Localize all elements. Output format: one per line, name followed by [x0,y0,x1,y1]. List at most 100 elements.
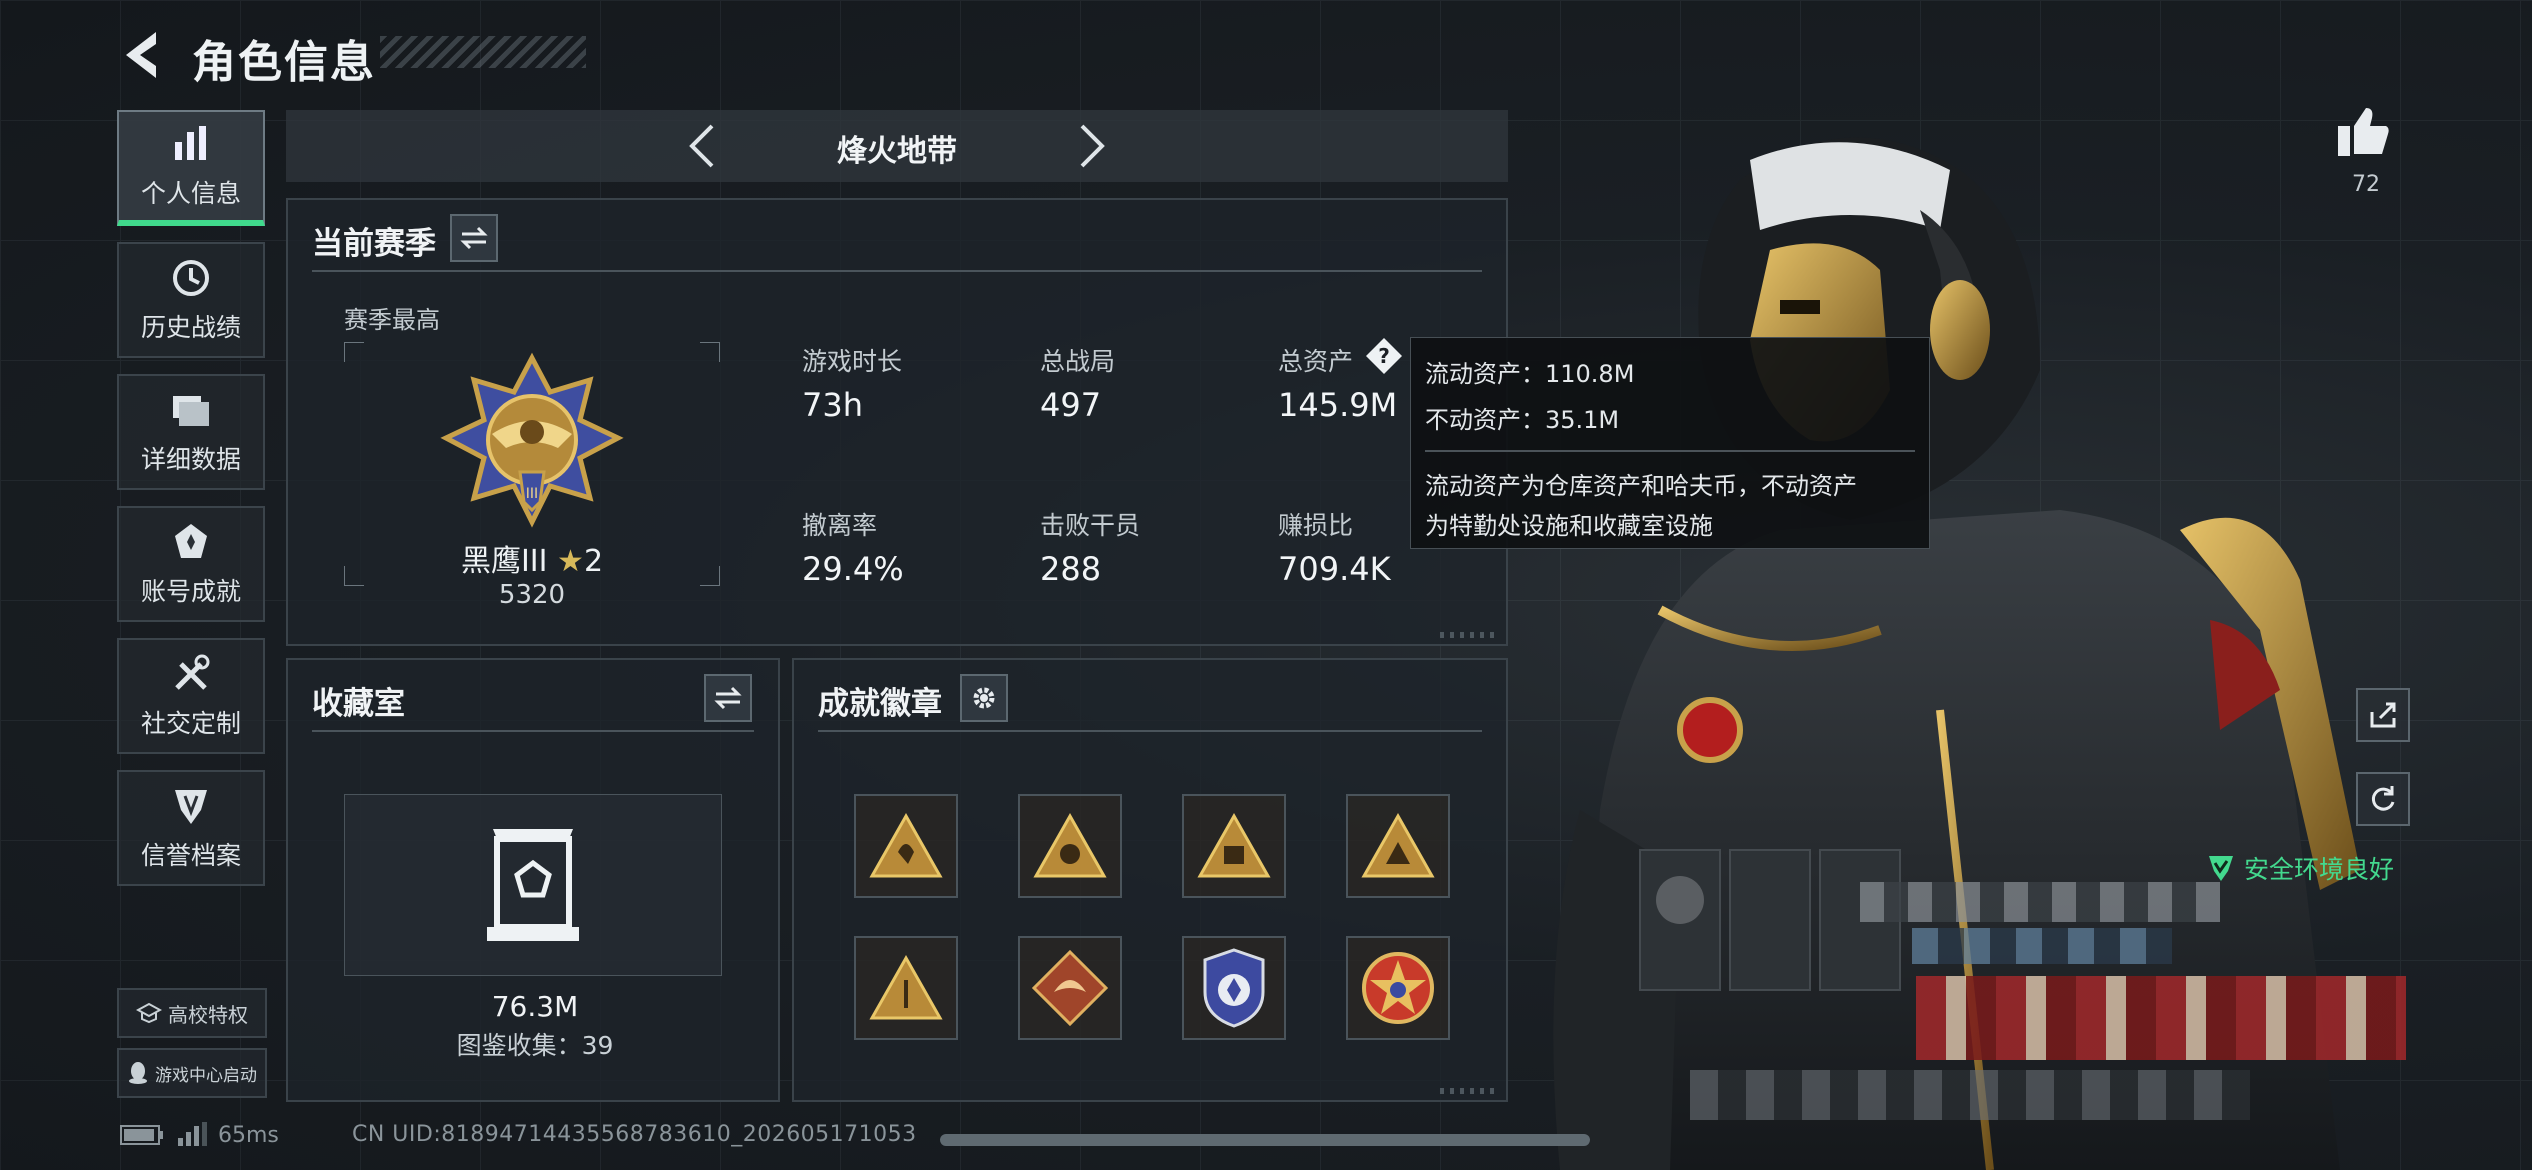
divider [312,730,754,732]
corner-decoration [1440,632,1500,638]
nav-label: 账号成就 [140,577,241,606]
badge-5[interactable] [854,936,958,1040]
stat-value: 497 [1040,386,1102,424]
folder-icon [169,388,213,432]
season-title: 当前赛季 [312,226,436,262]
nav-item-detailed-data[interactable]: 详细数据 [117,374,265,490]
badge-4[interactable] [1346,794,1450,898]
achievement-badges-panel: 成就徽章 [792,658,1508,1102]
back-arrow-icon[interactable] [118,28,166,82]
nav-label: 详细数据 [140,445,241,474]
page-title: 角色信息 [192,37,376,88]
stat-label: 游戏时长 [802,347,903,376]
badge-2[interactable] [1018,794,1122,898]
current-season-panel: 当前赛季 赛季最高 III 黑鹰III ★2 5320 游戏时长 73h 总战局… [286,198,1508,646]
badge-3[interactable] [1182,794,1286,898]
badge-6[interactable] [1018,936,1122,1040]
rank-stars: 2 [583,544,604,579]
stat-value: 709.4K [1278,550,1391,588]
triangle-badge-icon [1033,812,1107,878]
bar-chart-icon [169,122,213,166]
shield-check-icon [2209,856,2233,881]
nav-item-reputation[interactable]: 信誉档案 [117,770,265,886]
tooltip-fixed-assets: 不动资产：35.1M [1425,406,1620,434]
safe-environment-label: 安全环境良好 [2244,855,2395,884]
school-privilege-label: 高校特权 [168,1002,248,1027]
dragon-badge-icon [1031,949,1109,1027]
collection-value: 76.3M [491,990,579,1023]
stat-label: 击败干员 [1040,511,1141,540]
stat-value: 29.4% [802,550,904,588]
title-decoration [380,36,586,68]
rank-score: 5320 [498,580,566,610]
badges-settings-button[interactable] [960,674,1008,722]
nav-label: 个人信息 [140,179,241,208]
game-center-button[interactable]: 游戏中心启动 [117,1048,267,1098]
triangle-badge-icon [1197,812,1271,878]
ping-value: 65ms [218,1122,279,1148]
divider [818,730,1482,732]
triangle-badge-icon [869,812,943,878]
like-count: 72 [2352,172,2380,197]
player-uid: CN UID:8189471443556878361​0_20260517105… [352,1122,917,1147]
school-icon [136,1002,162,1024]
nav-label: 历史战绩 [140,313,241,342]
collection-title: 收藏室 [312,686,405,722]
tools-icon [169,652,213,696]
tooltip-liquid-assets: 流动资产：110.8M [1425,360,1635,388]
display-case-icon [487,829,579,941]
star-badge-icon [1362,952,1434,1024]
refresh-icon [2371,786,2395,811]
stat-value: 73h [802,386,863,424]
badges-title: 成就徽章 [818,686,942,722]
svg-text:III: III [526,486,538,502]
nav-item-history[interactable]: 历史战绩 [117,242,265,358]
nav-item-achievements[interactable]: 账号成就 [117,506,265,622]
side-nav: 个人信息 历史战绩 详细数据 账号成就 社交定制 信誉档案 [117,110,267,902]
swap-icon [714,686,742,710]
shield-icon [169,784,213,828]
stat-label: 总战局 [1040,347,1116,376]
divider [312,270,1482,272]
blurred-info [1690,1070,2250,1120]
nav-label: 信誉档案 [140,841,241,870]
clock-icon [169,256,213,300]
question-icon[interactable]: ? [1364,336,1404,376]
blurred-player-name [1860,882,2220,922]
collection-count: 图鉴收集：39 [456,1031,614,1060]
horizontal-scrollbar[interactable] [940,1134,1590,1146]
refresh-button[interactable] [2356,772,2410,826]
achievement-icon [169,520,213,564]
stat-label: 总资产 [1278,347,1354,376]
collection-display[interactable] [344,794,722,976]
nav-item-personal-info[interactable]: 个人信息 [117,110,265,226]
game-center-label: 游戏中心启动 [155,1065,257,1086]
badge-8[interactable] [1346,936,1450,1040]
badge-1[interactable] [854,794,958,898]
tooltip-description-line1: 流动资产为仓库资产和哈夫币，不动资产 [1425,472,1857,500]
svg-text:?: ? [1378,344,1390,368]
school-privilege-button[interactable]: 高校特权 [117,988,267,1038]
rank-name-text: 黑鹰III [460,544,548,579]
mode-selector: 烽火地带 [286,110,1508,182]
stat-label: 赚损比 [1278,511,1354,540]
blurred-player-tag [1912,928,2172,964]
rank-emblem-icon: III [440,352,624,528]
share-icon [2370,702,2396,728]
collection-switch-button[interactable] [704,674,752,722]
nav-label: 社交定制 [140,709,241,738]
triangle-badge-icon [869,954,943,1020]
nav-item-social[interactable]: 社交定制 [117,638,265,754]
star-icon: ★ [557,544,584,579]
swap-icon [460,226,488,250]
thumbs-up-icon[interactable] [2334,104,2392,158]
chevron-right-icon[interactable] [1062,118,1118,174]
qq-icon [129,1062,147,1084]
badge-7[interactable] [1182,936,1286,1040]
season-switch-button[interactable] [450,214,498,262]
tooltip-description-line2: 为特勤处设施和收藏室设施 [1425,512,1713,540]
signal-icon [178,1122,207,1146]
battery-icon [120,1125,163,1145]
season-best-label: 赛季最高 [344,306,440,334]
share-button[interactable] [2356,688,2410,742]
